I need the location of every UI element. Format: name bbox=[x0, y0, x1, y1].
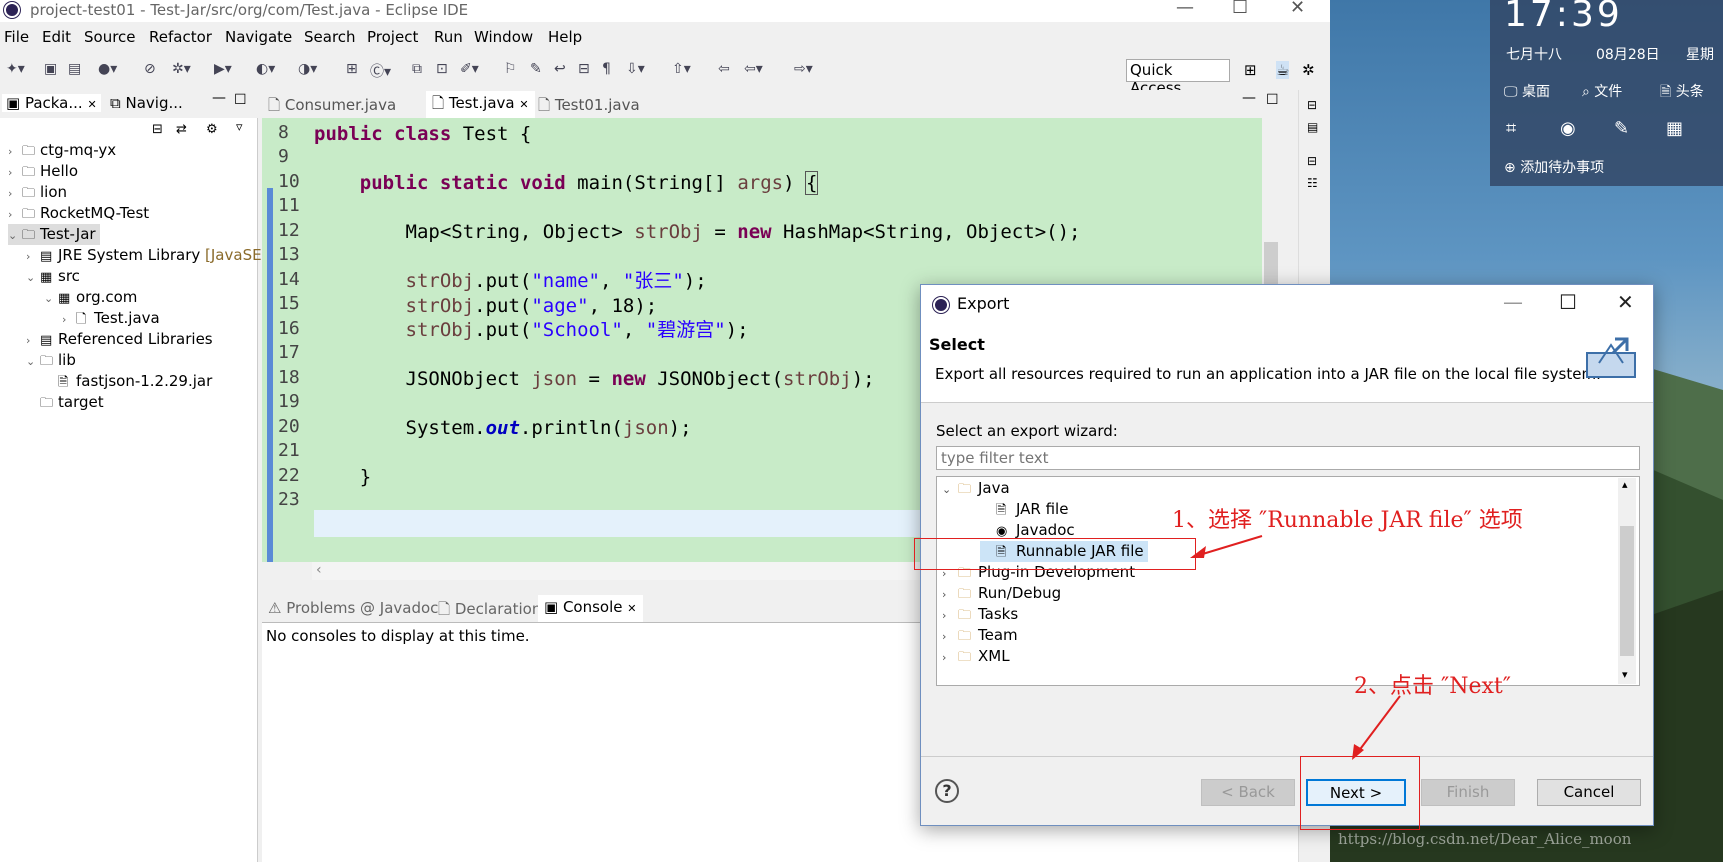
arrow-step-2 bbox=[1357, 695, 1401, 753]
annotation-arrows bbox=[1190, 535, 1401, 760]
arrow-step-1 bbox=[1195, 535, 1263, 557]
arrowhead-step-1 bbox=[1190, 546, 1206, 558]
